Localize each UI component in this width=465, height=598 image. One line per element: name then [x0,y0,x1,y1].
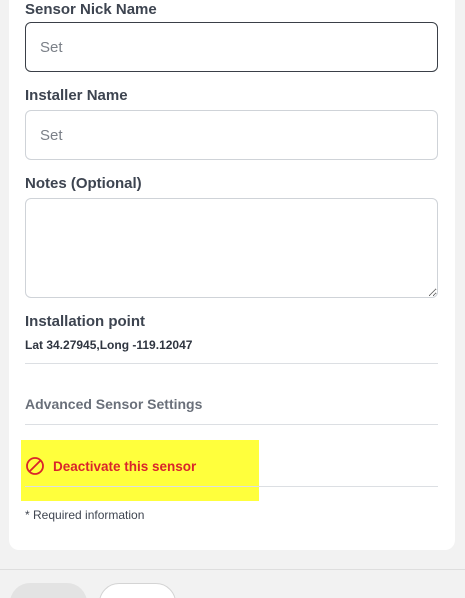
required-information-note: * Required information [25,508,145,522]
advanced-sensor-settings-link[interactable]: Advanced Sensor Settings [25,396,202,412]
installation-coordinates: Lat 34.27945,Long -119.12047 [25,338,193,352]
divider [25,486,438,487]
installer-name-label: Installer Name [25,87,128,104]
notes-label: Notes (Optional) [25,175,142,192]
prohibited-circle-icon [26,457,44,475]
footer-divider [0,569,465,570]
divider [25,363,438,364]
installation-point-label: Installation point [25,313,145,330]
footer-secondary-button[interactable] [99,583,176,598]
installer-name-input[interactable] [25,110,438,160]
nick-name-input[interactable] [25,22,438,72]
sensor-settings-page: Sensor Nick Name Installer Name Notes (O… [0,0,465,598]
sensor-form-card: Sensor Nick Name Installer Name Notes (O… [9,0,455,550]
footer-primary-button[interactable] [10,583,87,598]
nick-name-label: Sensor Nick Name [25,1,157,18]
deactivate-sensor-button[interactable]: Deactivate this sensor [25,456,196,476]
notes-textarea[interactable] [25,198,438,298]
deactivate-sensor-label: Deactivate this sensor [53,458,197,474]
divider [25,424,438,425]
